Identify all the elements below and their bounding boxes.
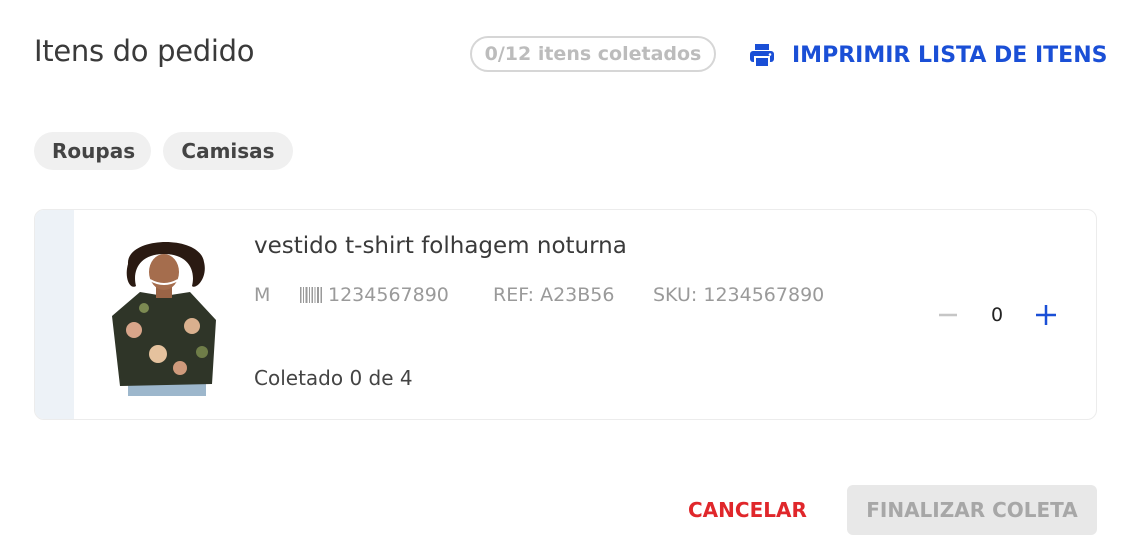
barcode-icon — [300, 287, 322, 303]
print-list-button[interactable]: IMPRIMIR LISTA DE ITENS — [748, 38, 1107, 72]
quantity-stepper: 0 — [931, 298, 1063, 332]
decrement-button[interactable] — [931, 298, 965, 332]
item-name: vestido t-shirt folhagem noturna — [254, 233, 627, 259]
item-collected-status: Coletado 0 de 4 — [254, 366, 413, 390]
category-chip-camisas[interactable]: Camisas — [163, 132, 293, 170]
product-image — [100, 234, 228, 396]
item-size: M — [254, 284, 271, 306]
increment-button[interactable] — [1029, 298, 1063, 332]
item-ref: REF: A23B56 — [493, 284, 615, 306]
print-list-label: IMPRIMIR LISTA DE ITENS — [792, 42, 1108, 68]
category-chip-roupas[interactable]: Roupas — [34, 132, 151, 170]
page-title: Itens do pedido — [34, 34, 255, 68]
cancel-button[interactable]: CANCELAR — [688, 486, 807, 534]
card-side-rail — [35, 210, 74, 419]
printer-icon — [750, 44, 774, 68]
finalize-collection-button[interactable]: FINALIZAR COLETA — [847, 485, 1097, 535]
order-item-card: vestido t-shirt folhagem noturna M 12345… — [34, 209, 1097, 420]
item-ean: 1234567890 — [300, 284, 449, 306]
item-sku: SKU: 1234567890 — [653, 284, 825, 306]
collected-badge: 0/12 itens coletados — [470, 36, 716, 72]
quantity-value: 0 — [990, 304, 1004, 326]
item-ean-value: 1234567890 — [328, 284, 449, 306]
